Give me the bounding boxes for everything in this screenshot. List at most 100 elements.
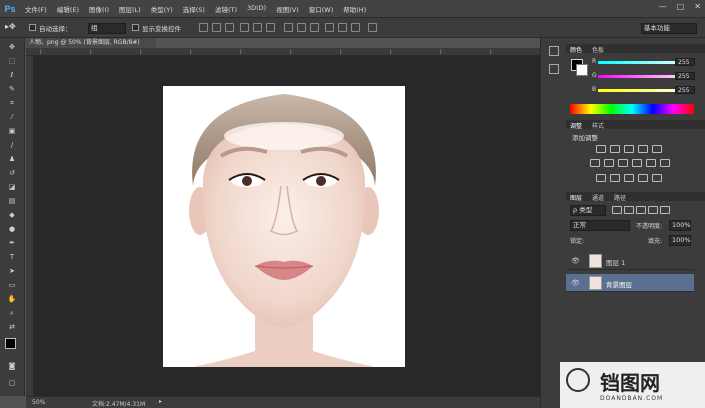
color-spectrum[interactable] <box>570 104 694 114</box>
menu-item-4[interactable]: 类型(Y) <box>146 4 178 14</box>
fill-input[interactable]: 100% <box>669 235 691 246</box>
foreground-color-swatch[interactable] <box>5 338 16 349</box>
align-right-icon[interactable] <box>266 23 275 32</box>
menu-item-9[interactable]: 窗口(W) <box>304 4 339 14</box>
auto-select-checkbox[interactable] <box>29 24 36 31</box>
brightness-contrast-icon[interactable] <box>596 145 606 153</box>
r-value[interactable]: 255 <box>675 58 695 66</box>
menu-item-0[interactable]: 文件(F) <box>20 4 52 14</box>
workspace-dropdown[interactable]: 基本功能 <box>641 23 697 34</box>
tab-adjustments[interactable]: 调整 <box>570 121 582 130</box>
tab-paths[interactable]: 路径 <box>614 193 626 202</box>
quick-select-tool-icon[interactable]: ✎ <box>6 84 18 94</box>
curves-icon[interactable] <box>624 145 634 153</box>
move-tool-icon[interactable]: ▸✥ <box>5 22 16 31</box>
crop-tool-icon[interactable]: ⌗ <box>6 98 18 108</box>
posterize-icon[interactable] <box>610 174 620 182</box>
history-panel-icon[interactable] <box>549 46 559 56</box>
status-menu-arrow-icon[interactable]: ▸ <box>159 398 162 405</box>
marquee-tool-icon[interactable]: ⬚ <box>6 56 18 66</box>
quick-mask-icon[interactable]: ◙ <box>6 361 18 371</box>
distribute-left-icon[interactable] <box>325 23 334 32</box>
filter-smart-icon[interactable] <box>660 206 670 214</box>
filter-shape-icon[interactable] <box>648 206 658 214</box>
lasso-tool-icon[interactable]: ℓ <box>6 70 18 80</box>
filter-pixel-icon[interactable] <box>612 206 622 214</box>
vibrance-icon[interactable] <box>652 145 662 153</box>
distribute-top-icon[interactable] <box>284 23 293 32</box>
menu-item-3[interactable]: 图层(L) <box>114 4 146 14</box>
healing-brush-tool-icon[interactable]: ▣ <box>6 126 18 136</box>
filter-type-icon[interactable] <box>636 206 646 214</box>
tab-channels[interactable]: 通道 <box>592 193 604 202</box>
filter-adjust-icon[interactable] <box>624 206 634 214</box>
align-bottom-icon[interactable] <box>225 23 234 32</box>
color-balance-icon[interactable] <box>604 159 614 167</box>
distribute-hcenter-icon[interactable] <box>338 23 347 32</box>
layer-name[interactable]: 背景图层 <box>606 279 632 289</box>
exposure-icon[interactable] <box>638 145 648 153</box>
tab-swatches[interactable]: 色板 <box>592 45 604 54</box>
align-hcenter-icon[interactable] <box>253 23 262 32</box>
blur-tool-icon[interactable]: ◆ <box>6 210 18 220</box>
black-white-icon[interactable] <box>618 159 628 167</box>
show-transform-checkbox[interactable] <box>132 24 139 31</box>
swap-colors-icon[interactable]: ⇄ <box>6 322 18 332</box>
close-button[interactable]: ✕ <box>694 2 701 11</box>
menu-item-2[interactable]: 图像(I) <box>84 4 114 14</box>
maximize-button[interactable]: □ <box>677 2 685 11</box>
layer-row-1[interactable]: 👁 图层 1 <box>566 252 694 270</box>
align-top-icon[interactable] <box>199 23 208 32</box>
threshold-icon[interactable] <box>624 174 634 182</box>
align-left-icon[interactable] <box>240 23 249 32</box>
distribute-vcenter-icon[interactable] <box>297 23 306 32</box>
blend-mode-dropdown[interactable]: 正常 <box>570 220 630 231</box>
selective-color-icon[interactable] <box>652 174 662 182</box>
align-vcenter-icon[interactable] <box>212 23 221 32</box>
menu-item-1[interactable]: 编辑(E) <box>52 4 84 14</box>
properties-panel-icon[interactable] <box>549 64 559 74</box>
zoom-level[interactable]: 50% <box>32 399 45 406</box>
menu-item-5[interactable]: 选择(S) <box>178 4 210 14</box>
background-color-swatch[interactable] <box>576 64 588 76</box>
path-select-tool-icon[interactable]: ➤ <box>6 266 18 276</box>
tab-color[interactable]: 颜色 <box>570 45 582 54</box>
menu-item-8[interactable]: 视图(V) <box>271 4 304 14</box>
clone-stamp-tool-icon[interactable]: ♟ <box>6 154 18 164</box>
zoom-tool-icon[interactable]: ⌕ <box>6 308 18 318</box>
screen-mode-icon[interactable]: ▢ <box>6 378 18 388</box>
move-tool-icon[interactable]: ✥ <box>6 42 18 52</box>
color-lookup-icon[interactable] <box>660 159 670 167</box>
layer-filter-dropdown[interactable]: ρ 类型 <box>570 205 606 216</box>
gradient-map-icon[interactable] <box>638 174 648 182</box>
distribute-bottom-icon[interactable] <box>310 23 319 32</box>
layer-name[interactable]: 图层 1 <box>606 257 625 267</box>
type-tool-icon[interactable]: T <box>6 252 18 262</box>
g-value[interactable]: 255 <box>675 72 695 80</box>
b-value[interactable]: 255 <box>675 86 695 94</box>
channel-mixer-icon[interactable] <box>646 159 656 167</box>
history-brush-tool-icon[interactable]: ↺ <box>6 168 18 178</box>
document-tab[interactable]: 人物。png @ 50% (背景图层, RGB/8#) <box>26 38 156 48</box>
menu-item-6[interactable]: 滤镜(T) <box>210 4 242 14</box>
shape-tool-icon[interactable]: ▭ <box>6 280 18 290</box>
gradient-tool-icon[interactable]: ▤ <box>6 196 18 206</box>
invert-icon[interactable] <box>596 174 606 182</box>
auto-select-dropdown[interactable]: 组 <box>88 23 126 34</box>
visibility-eye-icon[interactable]: 👁 <box>571 279 580 287</box>
menu-item-7[interactable]: 3D(D) <box>242 4 271 14</box>
minimize-button[interactable]: — <box>659 2 667 11</box>
visibility-eye-icon[interactable]: 👁 <box>571 257 580 265</box>
eyedropper-tool-icon[interactable]: ⁄ <box>6 112 18 122</box>
distribute-right-icon[interactable] <box>351 23 360 32</box>
tab-layers[interactable]: 图层 <box>570 193 582 202</box>
photo-filter-icon[interactable] <box>632 159 642 167</box>
hand-tool-icon[interactable]: ✋ <box>6 294 18 304</box>
pen-tool-icon[interactable]: ✒ <box>6 238 18 248</box>
menu-item-10[interactable]: 帮助(H) <box>338 4 371 14</box>
opacity-input[interactable]: 100% <box>669 220 691 231</box>
document-canvas[interactable] <box>163 86 405 367</box>
hue-saturation-icon[interactable] <box>590 159 600 167</box>
layer-row-background[interactable]: 👁 背景图层 <box>566 274 694 292</box>
dodge-tool-icon[interactable]: ● <box>6 224 18 234</box>
